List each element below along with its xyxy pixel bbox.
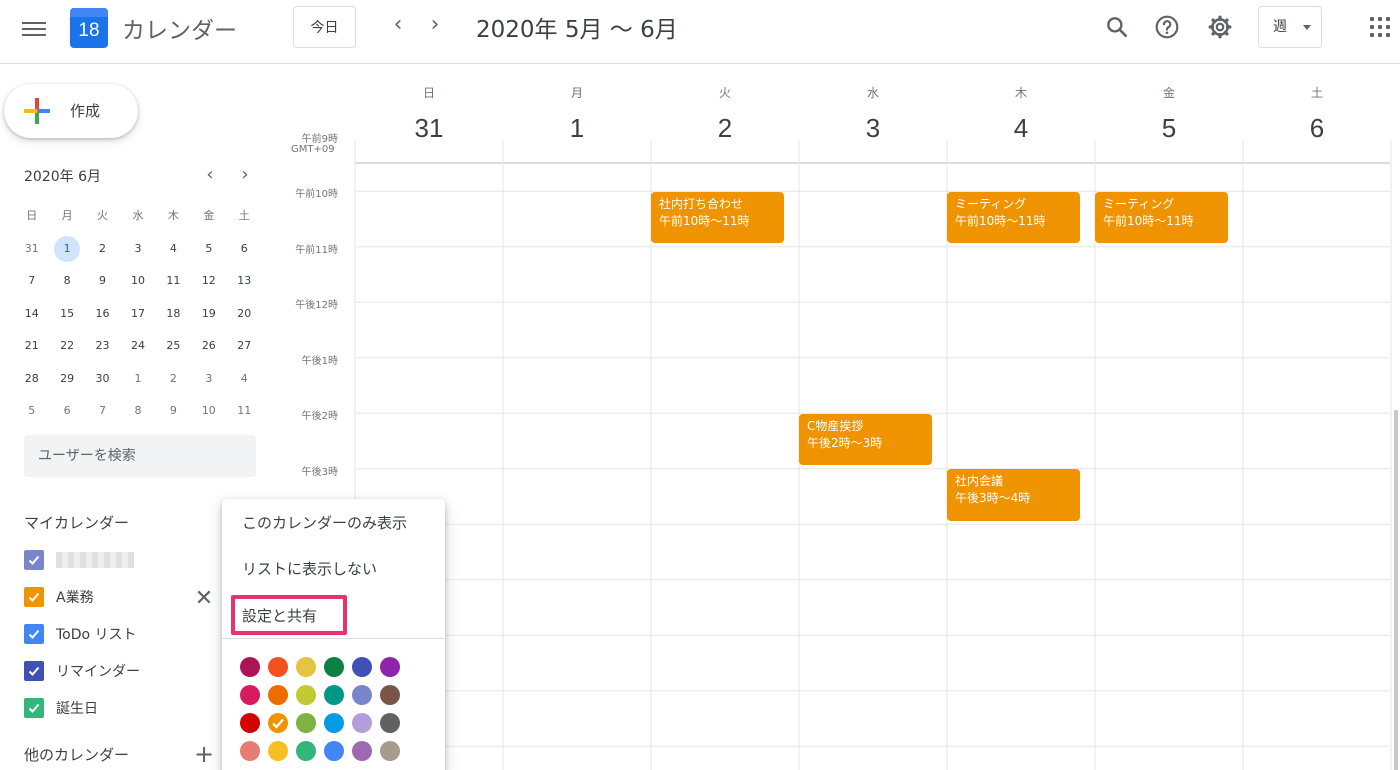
- color-swatch[interactable]: [240, 657, 260, 677]
- calendar-event[interactable]: ミーティング午前10時〜11時: [1095, 191, 1228, 244]
- color-swatch[interactable]: [296, 657, 316, 677]
- color-swatch[interactable]: [268, 657, 288, 677]
- event-title: ミーティング: [1103, 196, 1175, 211]
- calendar-event[interactable]: 社内会議午後3時〜4時: [947, 469, 1080, 521]
- color-swatch[interactable]: [296, 713, 316, 733]
- color-swatch[interactable]: [324, 713, 344, 733]
- color-swatch[interactable]: [324, 657, 344, 677]
- color-swatch[interactable]: [296, 741, 316, 761]
- event-title: 社内打ち合わせ: [659, 196, 744, 211]
- color-swatch[interactable]: [380, 741, 400, 761]
- color-swatch[interactable]: [380, 685, 400, 705]
- color-swatch[interactable]: [352, 741, 372, 761]
- color-swatch[interactable]: [380, 657, 400, 677]
- color-swatch[interactable]: [268, 685, 288, 705]
- color-swatch[interactable]: [352, 685, 372, 705]
- event-time: 午前10時〜11時: [955, 213, 1046, 228]
- color-swatch[interactable]: [268, 741, 288, 761]
- event-title: 社内会議: [955, 474, 1004, 489]
- color-swatch[interactable]: [324, 685, 344, 705]
- event-time: 午後2時〜3時: [807, 435, 883, 450]
- time-label: 午後2時: [301, 411, 338, 423]
- week-time-grid[interactable]: [0, 0, 1400, 770]
- color-swatch[interactable]: [352, 657, 372, 677]
- calendar-options-menu: このカレンダーのみ表示 リストに表示しない 設定と共有: [222, 499, 445, 770]
- selected-check-icon: [272, 718, 284, 729]
- calendar-event[interactable]: ミーティング午前10時〜11時: [947, 191, 1080, 244]
- event-time: 午前10時〜11時: [659, 213, 750, 228]
- color-swatch[interactable]: [324, 741, 344, 761]
- calendar-event[interactable]: 社内打ち合わせ 午前10時〜11時: [651, 191, 784, 244]
- menu-item-hide-from-list[interactable]: リストに表示しない: [242, 558, 377, 579]
- color-swatch[interactable]: [240, 713, 260, 733]
- time-label: 午前11時: [295, 244, 338, 256]
- settings-highlight-box: [231, 595, 347, 635]
- time-label: 午後12時: [295, 300, 338, 312]
- color-swatch[interactable]: [380, 713, 400, 733]
- time-label: 午前9時: [301, 133, 338, 145]
- color-swatch[interactable]: [268, 713, 288, 733]
- color-swatch[interactable]: [352, 713, 372, 733]
- menu-divider: [222, 638, 445, 639]
- time-label: 午前10時: [295, 189, 338, 201]
- color-swatch[interactable]: [240, 741, 260, 761]
- calendar-event[interactable]: C物産挨拶午後2時〜3時: [799, 413, 932, 466]
- event-time: 午後3時〜4時: [955, 491, 1031, 506]
- color-swatch[interactable]: [240, 685, 260, 705]
- event-title: C物産挨拶: [807, 418, 864, 433]
- time-label: 午後1時: [301, 355, 338, 367]
- time-label: 午後3時: [301, 466, 338, 478]
- event-title: ミーティング: [955, 196, 1027, 211]
- menu-item-display-this-only[interactable]: このカレンダーのみ表示: [242, 512, 407, 533]
- color-swatch[interactable]: [296, 685, 316, 705]
- event-time: 午前10時〜11時: [1103, 213, 1194, 228]
